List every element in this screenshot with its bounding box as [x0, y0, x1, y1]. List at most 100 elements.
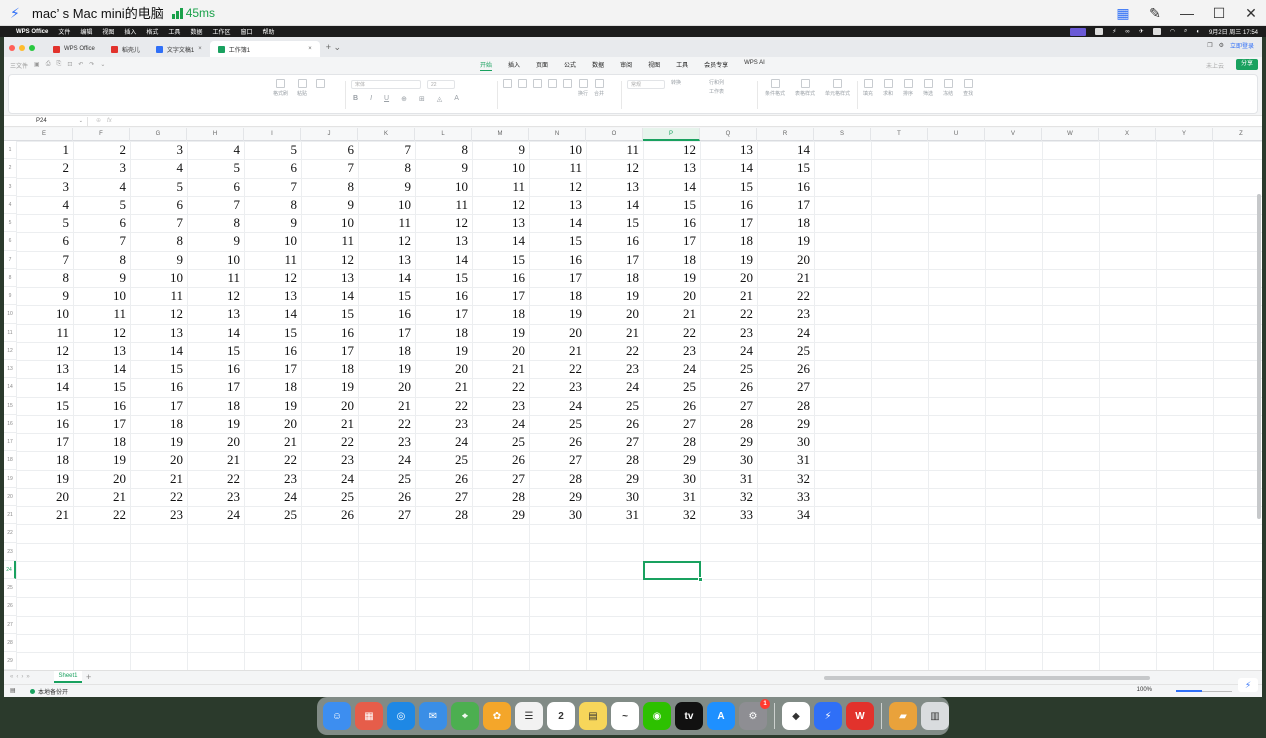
- cell-e15[interactable]: 15: [16, 397, 73, 415]
- cell-i15[interactable]: 19: [244, 397, 301, 415]
- column-header-y[interactable]: Y: [1156, 128, 1213, 141]
- menu-view[interactable]: 视图: [102, 27, 114, 36]
- row-header-19[interactable]: 19: [4, 470, 16, 488]
- cloud-status[interactable]: 未上云: [1206, 61, 1224, 70]
- row-header-23[interactable]: 23: [4, 543, 16, 561]
- cell-j4[interactable]: 9: [301, 196, 358, 214]
- cell-j7[interactable]: 12: [301, 251, 358, 269]
- appletv-icon[interactable]: tv: [675, 702, 703, 730]
- sheet-nav-arrows[interactable]: «‹›»: [10, 674, 33, 680]
- cell-n8[interactable]: 17: [529, 269, 586, 287]
- wechat-icon[interactable]: ◉: [643, 702, 671, 730]
- italic-icon[interactable]: I: [370, 95, 372, 103]
- cell-n12[interactable]: 21: [529, 342, 586, 360]
- cell-k12[interactable]: 18: [358, 342, 415, 360]
- cell-i11[interactable]: 15: [244, 324, 301, 342]
- column-header-q[interactable]: Q: [700, 128, 757, 141]
- cell-q2[interactable]: 14: [700, 159, 757, 177]
- cell-l4[interactable]: 11: [415, 196, 472, 214]
- cell-n19[interactable]: 28: [529, 470, 586, 488]
- cell-e18[interactable]: 18: [16, 451, 73, 469]
- cell-g16[interactable]: 18: [130, 415, 187, 433]
- cell-f6[interactable]: 7: [73, 232, 130, 250]
- column-header-x[interactable]: X: [1099, 128, 1156, 141]
- cell-k5[interactable]: 11: [358, 214, 415, 232]
- cell-k4[interactable]: 10: [358, 196, 415, 214]
- column-header-s[interactable]: S: [814, 128, 871, 141]
- cell-g17[interactable]: 19: [130, 433, 187, 451]
- cell-n11[interactable]: 20: [529, 324, 586, 342]
- cell-h12[interactable]: 15: [187, 342, 244, 360]
- cell-n21[interactable]: 30: [529, 506, 586, 524]
- undo-icon[interactable]: ↶: [78, 61, 83, 70]
- cell-g14[interactable]: 16: [130, 378, 187, 396]
- cell-h13[interactable]: 16: [187, 360, 244, 378]
- row-header-28[interactable]: 28: [4, 634, 16, 652]
- cell-k19[interactable]: 25: [358, 470, 415, 488]
- cell-n10[interactable]: 19: [529, 305, 586, 323]
- cell-g10[interactable]: 12: [130, 305, 187, 323]
- settings-icon[interactable]: ⚙: [1219, 42, 1224, 49]
- cell-l11[interactable]: 18: [415, 324, 472, 342]
- new-tab-button[interactable]: + ⌄: [326, 42, 341, 53]
- tab-docer[interactable]: 稻壳儿: [103, 41, 148, 57]
- conditional-format-button[interactable]: 条件格式: [765, 79, 785, 97]
- cell-style-button[interactable]: 单元格样式: [825, 79, 850, 97]
- cell-n16[interactable]: 25: [529, 415, 586, 433]
- cell-e11[interactable]: 11: [16, 324, 73, 342]
- cell-g2[interactable]: 4: [130, 159, 187, 177]
- cell-e14[interactable]: 14: [16, 378, 73, 396]
- cell-r14[interactable]: 27: [757, 378, 814, 396]
- cell-e19[interactable]: 19: [16, 470, 73, 488]
- cell-r10[interactable]: 23: [757, 305, 814, 323]
- cell-h4[interactable]: 7: [187, 196, 244, 214]
- cell-m12[interactable]: 20: [472, 342, 529, 360]
- row-header-14[interactable]: 14: [4, 378, 16, 397]
- cell-n9[interactable]: 18: [529, 287, 586, 305]
- cell-q11[interactable]: 23: [700, 324, 757, 342]
- freeze-button[interactable]: 冻结: [943, 79, 953, 97]
- select-all-corner[interactable]: [4, 128, 16, 141]
- cell-r20[interactable]: 33: [757, 488, 814, 506]
- filter-button[interactable]: 筛选: [923, 79, 933, 97]
- cell-f15[interactable]: 16: [73, 397, 130, 415]
- cell-l7[interactable]: 14: [415, 251, 472, 269]
- cell-n1[interactable]: 10: [529, 141, 586, 159]
- row-header-29[interactable]: 29: [4, 652, 16, 670]
- cell-f9[interactable]: 10: [73, 287, 130, 305]
- cell-r6[interactable]: 19: [757, 232, 814, 250]
- cell-h10[interactable]: 13: [187, 305, 244, 323]
- cell-m7[interactable]: 15: [472, 251, 529, 269]
- cell-o18[interactable]: 28: [586, 451, 643, 469]
- column-header-z[interactable]: Z: [1213, 128, 1262, 141]
- cell-e21[interactable]: 21: [16, 506, 73, 524]
- cell-o21[interactable]: 31: [586, 506, 643, 524]
- cell-m18[interactable]: 26: [472, 451, 529, 469]
- cell-l21[interactable]: 28: [415, 506, 472, 524]
- cell-p20[interactable]: 31: [643, 488, 700, 506]
- cell-f14[interactable]: 15: [73, 378, 130, 396]
- close-window-icon[interactable]: [9, 45, 15, 51]
- menu-file[interactable]: 文件: [58, 27, 70, 36]
- outdent-button[interactable]: [563, 79, 572, 97]
- row-header-4[interactable]: 4: [4, 196, 16, 214]
- minimize-button[interactable]: —: [1178, 4, 1196, 22]
- bold-icon[interactable]: B: [353, 95, 358, 103]
- cell-e6[interactable]: 6: [16, 232, 73, 250]
- cell-j18[interactable]: 23: [301, 451, 358, 469]
- cell-f19[interactable]: 20: [73, 470, 130, 488]
- cell-m19[interactable]: 27: [472, 470, 529, 488]
- cell-q3[interactable]: 15: [700, 178, 757, 196]
- row-header-24[interactable]: 24: [4, 560, 16, 579]
- cell-r7[interactable]: 20: [757, 251, 814, 269]
- cell-o1[interactable]: 11: [586, 141, 643, 159]
- cell-r8[interactable]: 21: [757, 269, 814, 287]
- cell-k17[interactable]: 23: [358, 433, 415, 451]
- cell-g3[interactable]: 5: [130, 178, 187, 196]
- cell-k13[interactable]: 19: [358, 360, 415, 378]
- cell-q16[interactable]: 28: [700, 415, 757, 433]
- cell-f11[interactable]: 12: [73, 324, 130, 342]
- cell-p13[interactable]: 24: [643, 360, 700, 378]
- row-header-10[interactable]: 10: [4, 305, 16, 324]
- row-header-25[interactable]: 25: [4, 579, 16, 598]
